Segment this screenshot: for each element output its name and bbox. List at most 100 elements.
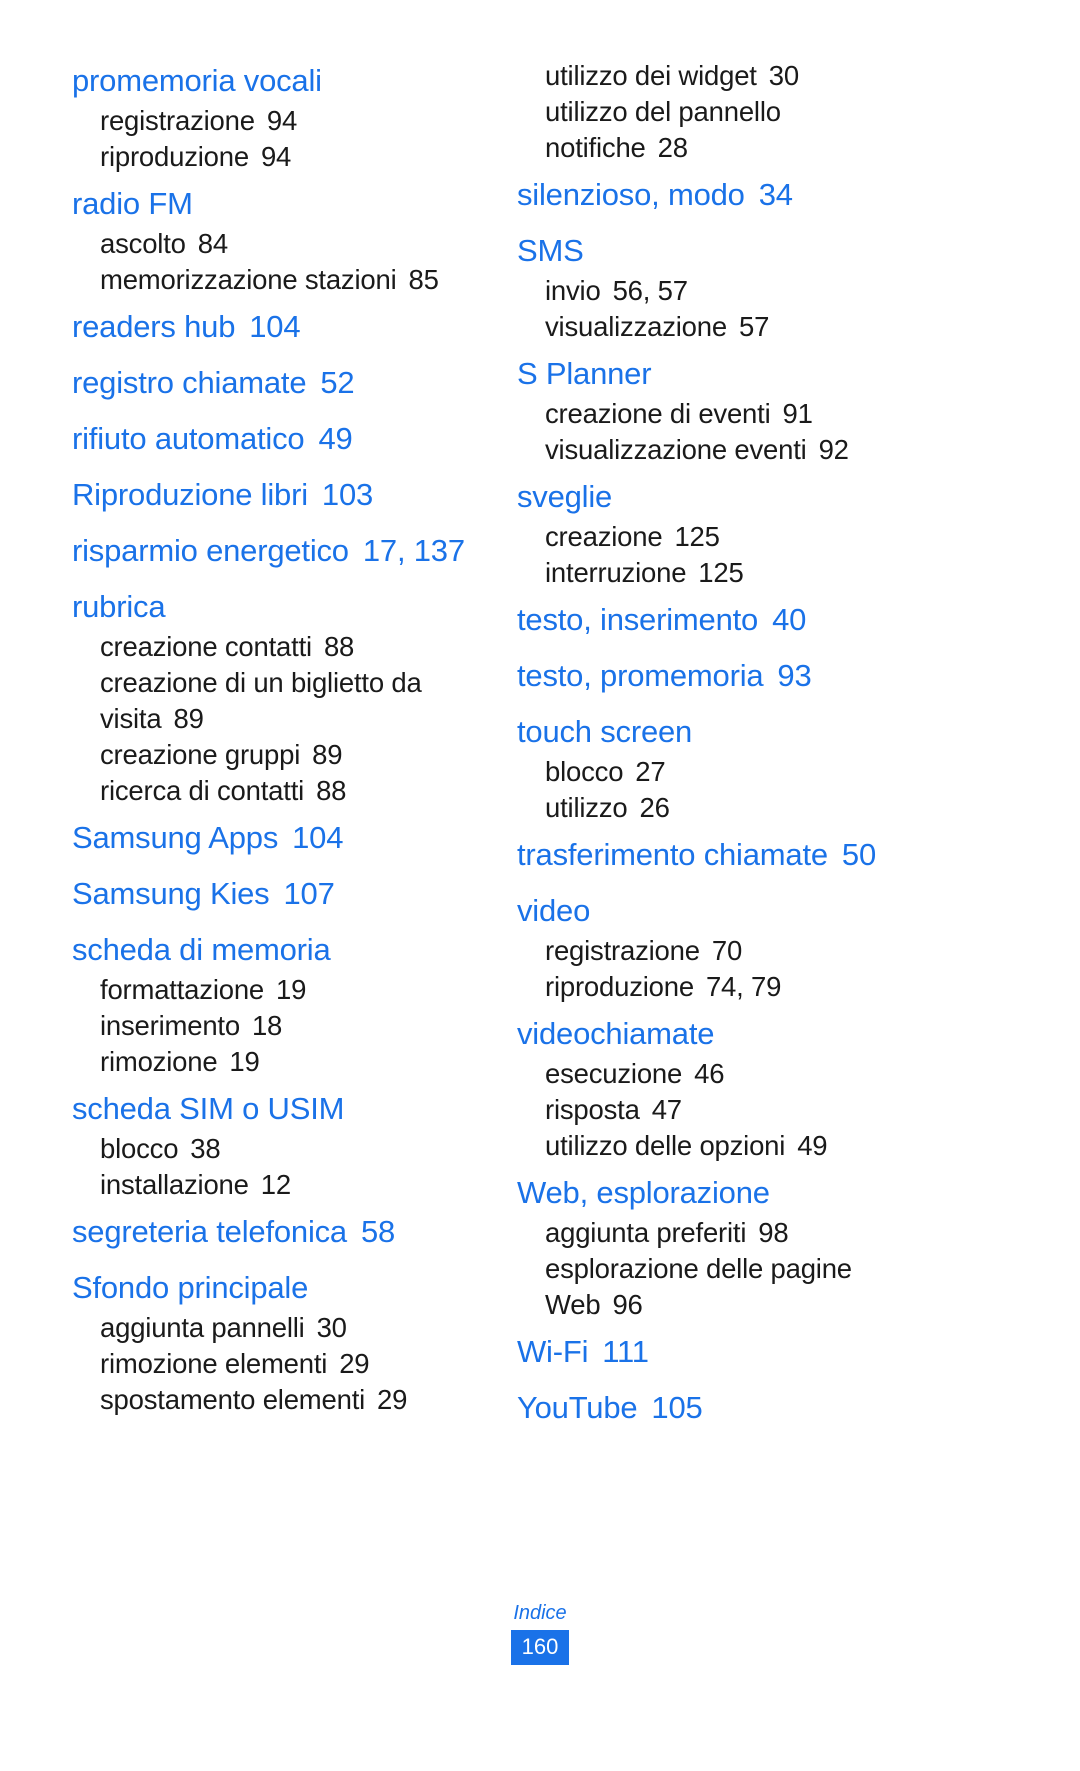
index-entry: rubrica creazione contatti 88 creazione di … bbox=[72, 584, 477, 809]
index-entry: video registrazione 70 riproduzione 74, 79 bbox=[517, 888, 922, 1005]
index-subentry[interactable]: rimozione 19 bbox=[72, 1044, 477, 1080]
index-entry-heading[interactable]: trasferimento chiamate 50 bbox=[517, 832, 922, 877]
index-subentry[interactable]: visualizzazione eventi 92 bbox=[517, 432, 922, 468]
index-subentry[interactable]: utilizzo dei widget 30 bbox=[517, 58, 922, 94]
index-entry-heading[interactable]: Samsung Kies 107 bbox=[72, 871, 477, 916]
index-entry-page-number: 49 bbox=[318, 421, 353, 456]
index-entry-heading[interactable]: Wi-Fi 111 bbox=[517, 1329, 922, 1374]
index-subentry[interactable]: installazione 12 bbox=[72, 1167, 477, 1203]
index-subentry-page-number: 49 bbox=[797, 1130, 828, 1161]
index-subentry[interactable]: riproduzione 94 bbox=[72, 139, 477, 175]
index-subentry-label: creazione bbox=[545, 521, 663, 552]
index-entry-heading[interactable]: Riproduzione libri 103 bbox=[72, 472, 477, 517]
index-entry-heading-label: radio FM bbox=[72, 186, 193, 221]
index-subentry[interactable]: formattazione 19 bbox=[72, 972, 477, 1008]
index-subentry-page-number: 18 bbox=[251, 1010, 283, 1041]
index-subentry-page-number: 84 bbox=[197, 228, 228, 259]
index-entry-heading[interactable]: rubrica bbox=[72, 584, 477, 629]
index-subentry[interactable]: registrazione 70 bbox=[517, 933, 922, 969]
index-entry-page-number: 58 bbox=[360, 1214, 396, 1249]
index-entry-heading[interactable]: SMS bbox=[517, 228, 922, 273]
index-subentry[interactable]: esecuzione 46 bbox=[517, 1056, 922, 1092]
index-subentry[interactable]: blocco 38 bbox=[72, 1131, 477, 1167]
index-subentry[interactable]: creazione contatti 88 bbox=[72, 629, 477, 665]
index-entry-heading-label: Sfondo principale bbox=[72, 1270, 309, 1305]
index-subentry-label: esecuzione bbox=[545, 1058, 683, 1089]
index-entry-heading[interactable]: segreteria telefonica 58 bbox=[72, 1209, 477, 1254]
index-subentry[interactable]: risposta 47 bbox=[517, 1092, 922, 1128]
index-subentry-label: riproduzione bbox=[100, 141, 249, 172]
index-subentry[interactable]: inserimento 18 bbox=[72, 1008, 477, 1044]
page-number-badge: 160 bbox=[510, 1630, 570, 1665]
index-entry-heading[interactable]: scheda di memoria bbox=[72, 927, 477, 972]
index-entry-heading[interactable]: video bbox=[517, 888, 922, 933]
index-entry-heading[interactable]: silenzioso, modo 34 bbox=[517, 172, 922, 217]
index-subentry[interactable]: rimozione elementi 29 bbox=[72, 1346, 477, 1382]
index-entry-heading[interactable]: Samsung Apps 104 bbox=[72, 815, 477, 860]
index-entry-heading[interactable]: sveglie bbox=[517, 474, 922, 519]
index-subentry[interactable]: esplorazione delle pagine Web 96 bbox=[517, 1251, 922, 1323]
index-entry: utilizzo dei widget 30 utilizzo del pannel… bbox=[517, 58, 922, 166]
index-subentry-page-number: 125 bbox=[698, 557, 744, 588]
index-subentry[interactable]: ricerca di contatti 88 bbox=[72, 773, 477, 809]
index-entry-page-number: 93 bbox=[777, 658, 812, 693]
index-subentry-label: memorizzazione stazioni bbox=[100, 264, 397, 295]
index-entry-heading-label: S Planner bbox=[517, 356, 652, 391]
index-entry-heading[interactable]: YouTube 105 bbox=[517, 1385, 922, 1430]
index-entry-heading[interactable]: Sfondo principale bbox=[72, 1265, 477, 1310]
index-subentry[interactable]: utilizzo del pannello notifiche 28 bbox=[517, 94, 922, 166]
index-entry: testo, inserimento 40 bbox=[517, 597, 922, 642]
index-subentry[interactable]: invio 56, 57 bbox=[517, 273, 922, 309]
index-entry: Web, esplorazione aggiunta preferiti 98 esp… bbox=[517, 1170, 922, 1323]
index-subentry-page-number: 74, 79 bbox=[705, 971, 782, 1002]
index-subentry[interactable]: ascolto 84 bbox=[72, 226, 477, 262]
index-column-right: utilizzo dei widget 30 utilizzo del pannel… bbox=[517, 58, 922, 1441]
index-subentry-label: rimozione elementi bbox=[100, 1348, 328, 1379]
index-subentry-label: creazione di eventi bbox=[545, 398, 771, 429]
index-entry-heading[interactable]: S Planner bbox=[517, 351, 922, 396]
index-entry-heading[interactable]: radio FM bbox=[72, 181, 477, 226]
index-entry-heading[interactable]: testo, promemoria 93 bbox=[517, 653, 922, 698]
index-entry-heading[interactable]: testo, inserimento 40 bbox=[517, 597, 922, 642]
index-entry-heading[interactable]: risparmio energetico 17, 137 bbox=[72, 528, 477, 573]
index-subentry[interactable]: creazione di eventi 91 bbox=[517, 396, 922, 432]
index-entry-page-number: 103 bbox=[321, 477, 374, 512]
index-entry-heading[interactable]: readers hub 104 bbox=[72, 304, 477, 349]
index-subentry[interactable]: creazione 125 bbox=[517, 519, 922, 555]
index-entry-heading[interactable]: videochiamate bbox=[517, 1011, 922, 1056]
index-subentry-page-number: 92 bbox=[818, 434, 849, 465]
index-subentry[interactable]: blocco 27 bbox=[517, 754, 922, 790]
index-entry-heading-label: trasferimento chiamate bbox=[517, 837, 828, 872]
index-subentry[interactable]: riproduzione 74, 79 bbox=[517, 969, 922, 1005]
index-entry-heading[interactable]: scheda SIM o USIM bbox=[72, 1086, 477, 1131]
index-entry: testo, promemoria 93 bbox=[517, 653, 922, 698]
index-columns: promemoria vocali registrazione 94 riproduz… bbox=[72, 58, 1008, 1425]
index-subentry[interactable]: aggiunta pannelli 30 bbox=[72, 1310, 477, 1346]
index-entry-heading-label: touch screen bbox=[517, 714, 693, 749]
index-subentry[interactable]: creazione di un biglietto da visita 89 bbox=[72, 665, 477, 737]
index-entry-heading-label: testo, promemoria bbox=[517, 658, 764, 693]
index-subentry[interactable]: visualizzazione 57 bbox=[517, 309, 922, 345]
index-subentry[interactable]: utilizzo 26 bbox=[517, 790, 922, 826]
index-entry-page-number: 40 bbox=[772, 602, 807, 637]
index-subentry[interactable]: registrazione 94 bbox=[72, 103, 477, 139]
index-entry-page-number: 34 bbox=[758, 177, 793, 212]
index-subentry[interactable]: spostamento elementi 29 bbox=[72, 1382, 477, 1418]
index-subentry[interactable]: interruzione 125 bbox=[517, 555, 922, 591]
index-subentry-page-number: 38 bbox=[190, 1133, 221, 1164]
index-entry-heading[interactable]: rifiuto automatico 49 bbox=[72, 416, 477, 461]
index-subentry[interactable]: creazione gruppi 89 bbox=[72, 737, 477, 773]
index-entry-heading[interactable]: Web, esplorazione bbox=[517, 1170, 922, 1215]
index-entry-heading[interactable]: promemoria vocali bbox=[72, 58, 477, 103]
index-subentry-label: esplorazione delle pagine Web bbox=[545, 1253, 852, 1320]
index-entry-page-number: 17, 137 bbox=[362, 533, 465, 568]
index-entry-heading[interactable]: registro chiamate 52 bbox=[72, 360, 477, 405]
index-entry: Samsung Kies 107 bbox=[72, 871, 477, 916]
index-entry: Sfondo principale aggiunta pannelli 30 rimo… bbox=[72, 1265, 477, 1418]
index-subentry[interactable]: memorizzazione stazioni 85 bbox=[72, 262, 477, 298]
index-entry: videochiamate esecuzione 46 risposta 47 utili… bbox=[517, 1011, 922, 1164]
index-entry-heading-label: registro chiamate bbox=[72, 365, 307, 400]
index-entry-heading[interactable]: touch screen bbox=[517, 709, 922, 754]
index-subentry[interactable]: utilizzo delle opzioni 49 bbox=[517, 1128, 922, 1164]
index-subentry[interactable]: aggiunta preferiti 98 bbox=[517, 1215, 922, 1251]
